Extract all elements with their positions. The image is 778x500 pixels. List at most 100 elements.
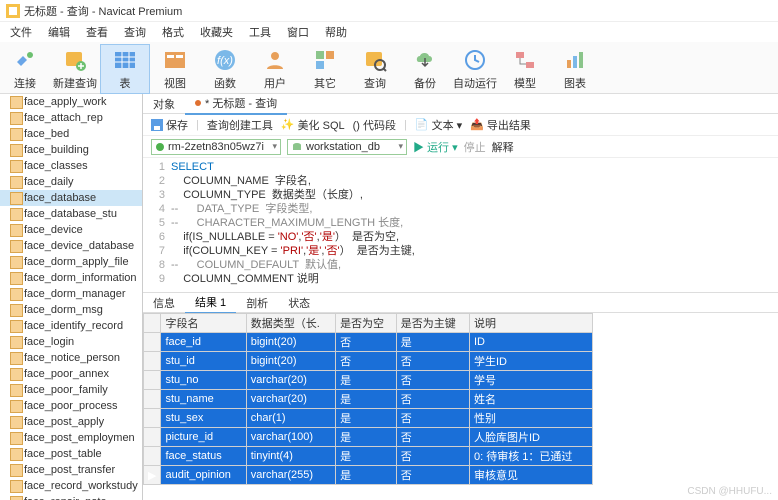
col-header[interactable]: 是否为主键 [396,314,469,333]
cell[interactable]: picture_id [161,428,246,447]
tb-view[interactable]: 视图 [150,44,200,94]
col-header[interactable]: 数据类型（长. [246,314,335,333]
explain-button[interactable]: 解释 [492,139,514,155]
rtab-profile[interactable]: 剖析 [236,293,278,313]
cell[interactable]: 性别 [470,409,593,428]
tb-other[interactable]: 其它 [300,44,350,94]
cell[interactable]: 否 [336,333,397,352]
tb-chart[interactable]: 图表 [550,44,600,94]
server-combo[interactable]: rm-2zetn83n05wz7i [151,139,281,155]
cell[interactable]: audit_opinion [161,466,246,485]
cell[interactable]: varchar(255) [246,466,335,485]
cell[interactable]: 是 [336,371,397,390]
cell[interactable]: bigint(20) [246,333,335,352]
tree-item-face_identify_record[interactable]: face_identify_record [0,318,142,334]
menu-favorites[interactable]: 收藏夹 [194,22,239,42]
cell[interactable]: 是 [336,428,397,447]
cell[interactable]: 是 [396,333,469,352]
tree-item-face_notice_person[interactable]: face_notice_person [0,350,142,366]
cell[interactable]: 学号 [470,371,593,390]
cell[interactable]: tinyint(4) [246,447,335,466]
tree-item-face_classes[interactable]: face_classes [0,158,142,174]
cell[interactable]: 人脸库图片ID [470,428,593,447]
tree-item-face_dorm_manager[interactable]: face_dorm_manager [0,286,142,302]
tab-untitled-query[interactable]: * 无标题 - 查询 [185,94,287,115]
cell[interactable]: 姓名 [470,390,593,409]
tb-table[interactable]: 表 [100,44,150,94]
stop-button[interactable]: 停止 [464,139,486,155]
menu-window[interactable]: 窗口 [281,22,315,42]
tree-item-face_dorm_apply_file[interactable]: face_dorm_apply_file [0,254,142,270]
sql-text[interactable]: SELECT COLUMN_NAME 字段名, COLUMN_TYPE 数据类型… [171,160,415,286]
menu-format[interactable]: 格式 [156,22,190,42]
tree-item-face_database_stu[interactable]: face_database_stu [0,206,142,222]
cell[interactable]: bigint(20) [246,352,335,371]
tb-model[interactable]: 模型 [500,44,550,94]
table-row[interactable]: stu_sexchar(1)是否性别 [144,409,593,428]
cell[interactable]: 否 [396,447,469,466]
table-row[interactable]: stu_novarchar(20)是否学号 [144,371,593,390]
tree-item-face_poor_process[interactable]: face_poor_process [0,398,142,414]
cell[interactable]: 否 [396,428,469,447]
tree-item-face_post_employmen[interactable]: face_post_employmen [0,430,142,446]
table-row[interactable]: face_statustinyint(4)是否0: 待审核 1：已通过 [144,447,593,466]
col-header[interactable]: 字段名 [161,314,246,333]
tree-item-face_device_database[interactable]: face_device_database [0,238,142,254]
menu-view[interactable]: 查看 [80,22,114,42]
menu-file[interactable]: 文件 [4,22,38,42]
tb-query[interactable]: 查询 [350,44,400,94]
tree-item-face_daily[interactable]: face_daily [0,174,142,190]
tree-item-face_device[interactable]: face_device [0,222,142,238]
tree-item-face_dorm_msg[interactable]: face_dorm_msg [0,302,142,318]
tree-item-face_poor_family[interactable]: face_poor_family [0,382,142,398]
snippet-button[interactable]: () 代码段 [353,117,396,133]
tb-func[interactable]: f(x)函数 [200,44,250,94]
tree-item-face_database[interactable]: face_database [0,190,142,206]
tree-item-face_record_workstudy[interactable]: face_record_workstudy [0,478,142,494]
tb-connect[interactable]: 连接 [0,44,50,94]
result-grid[interactable]: 字段名数据类型（长.是否为空是否为主键说明face_idbigint(20)否是… [143,313,778,500]
sql-editor[interactable]: 123456789 SELECT COLUMN_NAME 字段名, COLUMN… [143,158,778,293]
export-button[interactable]: 📤导出结果 [470,117,531,133]
tree-item-face_poor_annex[interactable]: face_poor_annex [0,366,142,382]
cell[interactable]: varchar(20) [246,390,335,409]
tree-item-face_repair_note[interactable]: face_repair_note [0,494,142,500]
cell[interactable]: 否 [336,352,397,371]
tb-user[interactable]: 用户 [250,44,300,94]
cell[interactable]: 是 [336,447,397,466]
cell[interactable]: 0: 待审核 1：已通过 [470,447,593,466]
tree-item-face_post_transfer[interactable]: face_post_transfer [0,462,142,478]
rtab-status[interactable]: 状态 [278,293,320,313]
sidebar[interactable]: face_apply_workface_attach_repface_bedfa… [0,94,143,500]
table-row[interactable]: stu_idbigint(20)否否学生ID [144,352,593,371]
cell[interactable]: face_id [161,333,246,352]
tree-item-face_apply_work[interactable]: face_apply_work [0,94,142,110]
cell[interactable]: 否 [396,409,469,428]
tb-backup[interactable]: 备份 [400,44,450,94]
table-row[interactable]: ▶audit_opinionvarchar(255)是否审核意见 [144,466,593,485]
cell[interactable]: 是 [336,409,397,428]
cell[interactable]: ID [470,333,593,352]
table-row[interactable]: picture_idvarchar(100)是否人脸库图片ID [144,428,593,447]
tab-objects[interactable]: 对象 [143,94,185,114]
tree-item-face_post_apply[interactable]: face_post_apply [0,414,142,430]
menu-edit[interactable]: 编辑 [42,22,76,42]
query-builder-button[interactable]: 查询创建工具 [207,117,273,133]
cell[interactable]: face_status [161,447,246,466]
table-row[interactable]: face_idbigint(20)否是ID [144,333,593,352]
rtab-info[interactable]: 信息 [143,293,185,313]
cell[interactable]: 审核意见 [470,466,593,485]
tree-item-face_bed[interactable]: face_bed [0,126,142,142]
tb-newquery[interactable]: 新建查询 [50,44,100,94]
cell[interactable]: stu_name [161,390,246,409]
menu-tools[interactable]: 工具 [243,22,277,42]
cell[interactable]: stu_id [161,352,246,371]
db-combo[interactable]: workstation_db [287,139,407,155]
cell[interactable]: varchar(100) [246,428,335,447]
menu-query[interactable]: 查询 [118,22,152,42]
cell[interactable]: 是 [336,466,397,485]
save-button[interactable]: 保存 [151,117,188,133]
tree-item-face_login[interactable]: face_login [0,334,142,350]
cell[interactable]: 是 [336,390,397,409]
cell[interactable]: stu_sex [161,409,246,428]
